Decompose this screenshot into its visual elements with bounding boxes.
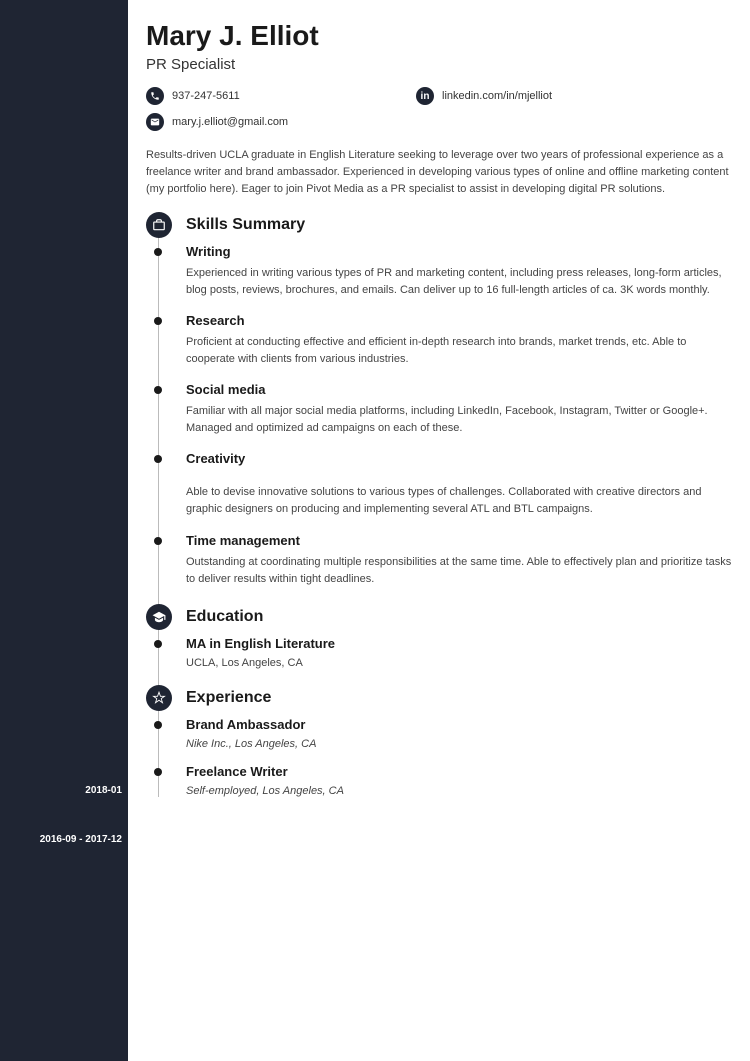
experience-item: Brand Ambassador Nike Inc., Los Angeles,… [186,717,732,750]
experience-date-2: 2016-09 - 2017-12 [40,834,122,845]
education-title: Education [186,608,732,626]
sidebar: 2018-01 2016-09 - 2017-12 [0,0,128,1061]
skill-item: Creativity Able to devise innovative sol… [186,451,732,518]
timeline-line [158,226,159,796]
skill-item: Time management Outstanding at coordinat… [186,533,732,588]
skill-title: Social media [186,382,732,397]
skill-body: Able to devise innovative solutions to v… [186,484,732,518]
skill-title: Research [186,313,732,328]
skill-title: Creativity [186,451,732,466]
email-icon [146,113,164,131]
bullet-dot [154,386,162,394]
linkedin-text: linkedin.com/in/mjelliot [442,90,552,102]
skill-body: Proficient at conducting effective and e… [186,334,732,368]
skill-item: Writing Experienced in writing various t… [186,244,732,299]
education-item: MA in English Literature UCLA, Los Angel… [186,636,732,669]
experience-title: Experience [186,689,732,707]
linkedin-icon: in [416,87,434,105]
skill-body: Familiar with all major social media pla… [186,403,732,437]
bullet-dot [154,721,162,729]
skill-body: Experienced in writing various types of … [186,265,732,299]
skill-item: Research Proficient at conducting effect… [186,313,732,368]
degree-sub: UCLA, Los Angeles, CA [186,657,732,669]
bullet-dot [154,640,162,648]
skill-title: Time management [186,533,732,548]
skills-title: Skills Summary [186,216,732,234]
phone-icon [146,87,164,105]
phone-contact: 937-247-5611 [146,87,406,105]
profile-summary: Results-driven UCLA graduate in English … [146,147,732,198]
star-icon [146,685,172,711]
education-heading: Education [186,606,732,626]
job-sub: Nike Inc., Los Angeles, CA [186,738,732,750]
job-title: PR Specialist [146,56,732,73]
graduation-icon [146,604,172,630]
skill-title: Writing [186,244,732,259]
main-content: Mary J. Elliot PR Specialist 937-247-561… [128,0,750,1061]
bullet-dot [154,537,162,545]
phone-text: 937-247-5611 [172,90,240,102]
job-title: Freelance Writer [186,764,732,779]
bullet-dot [154,317,162,325]
experience-item: Freelance Writer Self-employed, Los Ange… [186,764,732,797]
email-text: mary.j.elliot@gmail.com [172,116,288,128]
skill-item: Social media Familiar with all major soc… [186,382,732,437]
timeline: Skills Summary Writing Experienced in wr… [146,214,732,796]
briefcase-icon [146,212,172,238]
degree-title: MA in English Literature [186,636,732,651]
experience-heading: Experience [186,687,732,707]
contacts-row: 937-247-5611 in linkedin.com/in/mjelliot… [146,87,732,131]
job-title: Brand Ambassador [186,717,732,732]
bullet-dot [154,768,162,776]
skills-heading: Skills Summary [186,214,732,234]
email-contact: mary.j.elliot@gmail.com [146,113,406,131]
bullet-dot [154,248,162,256]
bullet-dot [154,455,162,463]
skill-body: Outstanding at coordinating multiple res… [186,554,732,588]
job-sub: Self-employed, Los Angeles, CA [186,785,732,797]
person-name: Mary J. Elliot [146,20,732,52]
experience-date-1: 2018-01 [85,785,122,796]
linkedin-contact: in linkedin.com/in/mjelliot [416,87,676,105]
